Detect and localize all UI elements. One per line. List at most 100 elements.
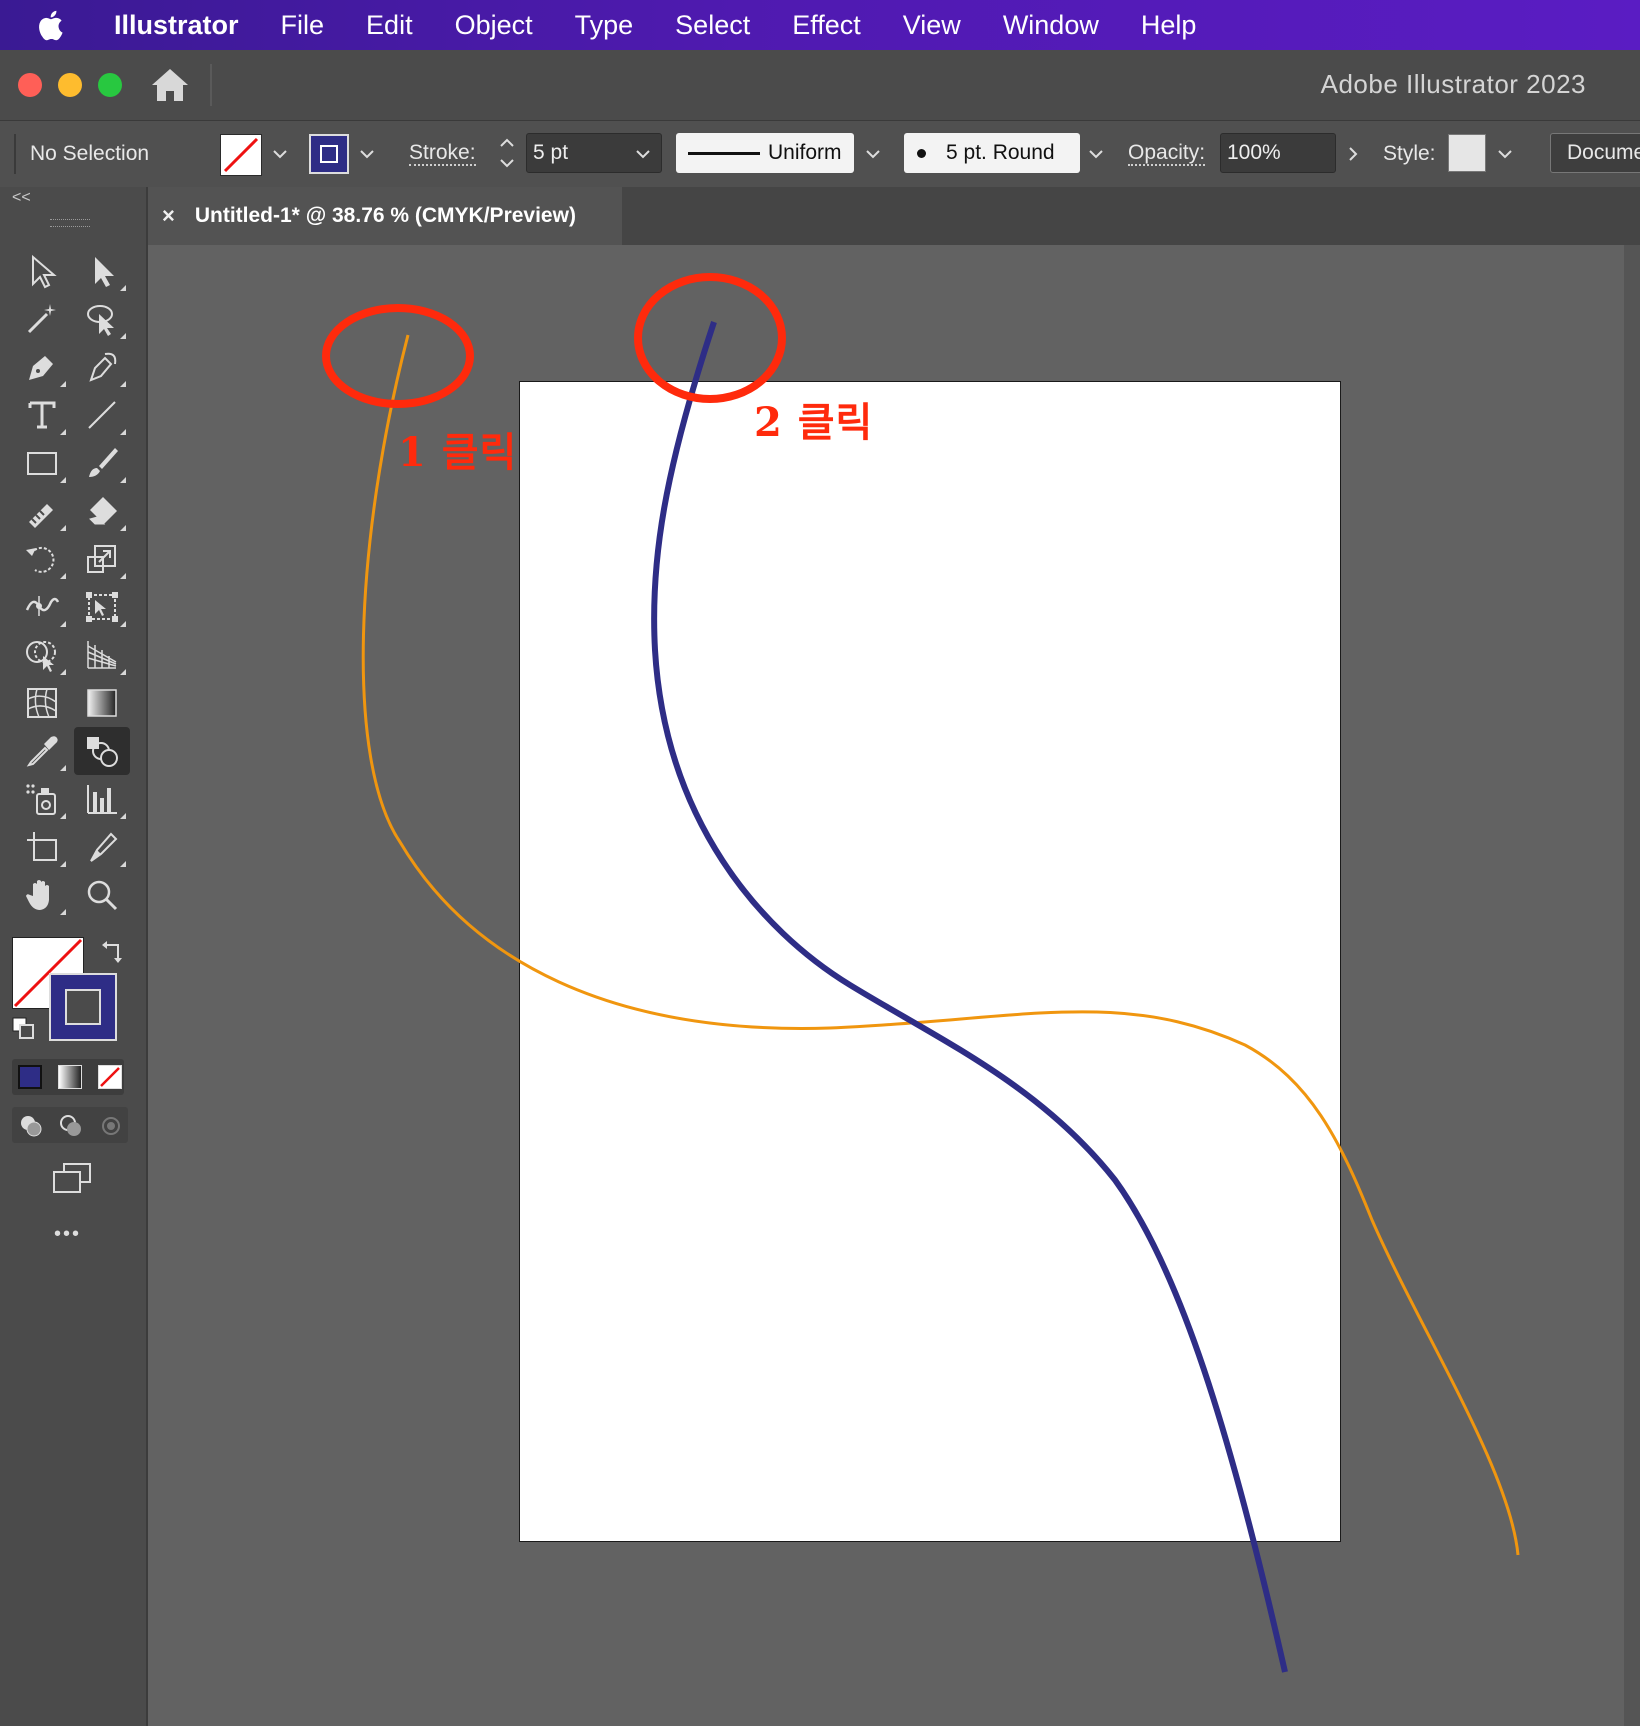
brush-definition-dropdown[interactable] — [1079, 135, 1113, 173]
line-segment-tool[interactable] — [78, 393, 126, 437]
menu-view[interactable]: View — [903, 10, 961, 41]
close-window-button[interactable] — [18, 73, 42, 97]
close-tab-icon[interactable]: × — [162, 203, 175, 229]
zoom-tool[interactable] — [78, 873, 126, 917]
fill-swatch[interactable] — [220, 134, 262, 176]
artboard[interactable] — [519, 381, 1341, 1542]
blend-icon — [87, 737, 118, 767]
swap-fill-stroke-icon[interactable] — [100, 939, 126, 965]
panel-grip[interactable] — [50, 219, 90, 227]
paintbrush-tool[interactable] — [78, 441, 126, 485]
opacity-label[interactable]: Opacity: — [1128, 121, 1206, 187]
stroke-weight-stepper[interactable] — [490, 133, 524, 173]
draw-inside-icon[interactable] — [98, 1113, 124, 1139]
apple-menu-icon[interactable] — [36, 0, 88, 50]
collapse-panel-button[interactable]: << — [12, 189, 31, 207]
direct-selection-tool[interactable] — [78, 249, 126, 293]
document-tab[interactable]: × Untitled-1* @ 38.76 % (CMYK/Preview) — [148, 187, 622, 245]
stroke-label-text[interactable]: Stroke: — [409, 142, 476, 166]
magic-wand-tool[interactable] — [18, 297, 66, 341]
draw-behind-icon[interactable] — [58, 1113, 84, 1139]
annotation-label-1: 1 클릭 — [398, 429, 518, 476]
opacity-label-text[interactable]: Opacity: — [1128, 142, 1206, 166]
symbol-sprayer-tool[interactable] — [18, 777, 66, 821]
eyedropper-tool[interactable] — [18, 729, 66, 773]
column-graph-tool[interactable] — [78, 777, 126, 821]
menu-help[interactable]: Help — [1141, 10, 1197, 41]
draw-normal-icon[interactable] — [18, 1113, 44, 1139]
free-transform-tool[interactable] — [78, 585, 126, 629]
document-setup-label: Docume — [1567, 141, 1640, 164]
stroke-swatch[interactable] — [309, 134, 349, 174]
stroke-color-box[interactable] — [49, 973, 117, 1041]
lasso-icon — [87, 305, 114, 336]
selection-status: No Selection — [30, 142, 150, 165]
none-slash-icon — [100, 1067, 120, 1087]
opacity-expand-button[interactable] — [1336, 135, 1370, 173]
graphic-style-swatch[interactable] — [1448, 134, 1486, 172]
eraser-tool[interactable] — [78, 489, 126, 533]
curvature-tool[interactable] — [78, 345, 126, 389]
fill-dropdown[interactable] — [263, 135, 297, 173]
menu-file[interactable]: File — [281, 10, 325, 41]
menu-edit[interactable]: Edit — [366, 10, 413, 41]
opacity-field[interactable]: 100% — [1220, 133, 1336, 173]
none-button[interactable] — [98, 1065, 122, 1089]
lasso-tool[interactable] — [78, 297, 126, 341]
screen-mode-icon[interactable] — [50, 1161, 94, 1197]
menu-effect[interactable]: Effect — [792, 10, 861, 41]
type-t-icon — [28, 401, 56, 429]
rectangle-tool[interactable] — [18, 441, 66, 485]
menu-app-name[interactable]: Illustrator — [114, 10, 239, 41]
width-profile-dropdown[interactable] — [856, 135, 890, 173]
perspective-grid-tool[interactable] — [78, 633, 126, 677]
width-profile-field[interactable]: Uniform — [676, 133, 854, 173]
pen-tool[interactable] — [18, 345, 66, 389]
menu-select[interactable]: Select — [675, 10, 750, 41]
shape-builder-tool[interactable] — [18, 633, 66, 677]
stroke-weight-dropdown[interactable] — [626, 135, 660, 173]
menu-window[interactable]: Window — [1003, 10, 1099, 41]
scale-tool[interactable] — [78, 537, 126, 581]
brush-definition-field[interactable]: 5 pt. Round — [904, 133, 1080, 173]
rectangle-icon — [27, 452, 57, 475]
document-setup-button[interactable]: Docume — [1550, 133, 1640, 173]
rotate-tool[interactable] — [18, 537, 66, 581]
gradient-button[interactable] — [58, 1065, 82, 1089]
chevron-down-icon — [273, 150, 287, 159]
chevron-down-icon — [1089, 150, 1103, 159]
color-button[interactable] — [18, 1065, 42, 1089]
stroke-label[interactable]: Stroke: — [409, 121, 476, 187]
width-tool[interactable] — [18, 585, 66, 629]
hand-tool[interactable] — [18, 873, 66, 917]
menu-type[interactable]: Type — [575, 10, 634, 41]
paintbrush-icon — [89, 448, 118, 477]
brush-definition-value: 5 pt. Round — [946, 141, 1055, 164]
graphic-style-dropdown[interactable] — [1488, 135, 1522, 173]
shape-builder-icon — [26, 641, 56, 672]
gradient-tool[interactable] — [78, 681, 126, 725]
default-fill-stroke-icon[interactable] — [12, 1017, 36, 1041]
line-segment-icon — [88, 401, 116, 429]
selection-tool[interactable] — [18, 249, 66, 293]
artboard-tool[interactable] — [18, 825, 66, 869]
shaper-tool[interactable] — [18, 489, 66, 533]
app-title: Adobe Illustrator 2023 — [1320, 69, 1586, 99]
minimize-window-button[interactable] — [58, 73, 82, 97]
document-tab-title: Untitled-1* @ 38.76 % (CMYK/Preview) — [194, 204, 576, 227]
draw-mode-group — [12, 1107, 128, 1143]
menu-object[interactable]: Object — [455, 10, 533, 41]
blend-tool[interactable] — [74, 727, 130, 775]
window-title-bar: Adobe Illustrator 2023 — [0, 50, 1640, 121]
mesh-tool[interactable] — [18, 681, 66, 725]
slice-tool[interactable] — [78, 825, 126, 869]
chevron-down-icon — [636, 150, 650, 159]
type-tool[interactable] — [18, 393, 66, 437]
home-icon[interactable] — [150, 66, 190, 104]
stroke-dropdown[interactable] — [350, 135, 384, 173]
stepper-arrows-icon — [500, 138, 514, 168]
menu-bar: Illustrator File Edit Object Type Select… — [0, 0, 1640, 50]
edit-toolbar-button[interactable]: ••• — [54, 1223, 81, 1246]
vertical-scrollbar[interactable] — [1624, 245, 1640, 1726]
zoom-window-button[interactable] — [98, 73, 122, 97]
